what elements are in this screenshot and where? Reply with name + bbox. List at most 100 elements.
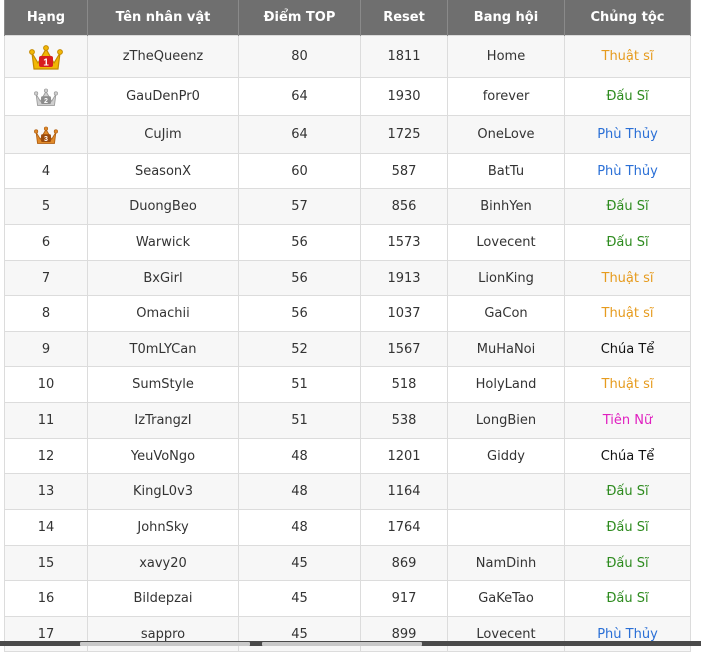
gold-crown-icon: 1: [29, 44, 63, 70]
name-value[interactable]: YeuVoNgo: [131, 449, 195, 464]
reset-value: 917: [391, 591, 417, 606]
class-label: Đấu Sĩ: [606, 484, 649, 499]
reset-cell: 1913: [360, 260, 448, 296]
guild-value: GaCon: [484, 306, 528, 321]
reset-value: 1913: [387, 270, 421, 286]
guild-value: Home: [486, 49, 526, 64]
reset-cell: 1930: [360, 77, 448, 116]
name-cell: GauDenPr0: [87, 77, 239, 116]
name-value[interactable]: DuongBeo: [129, 199, 197, 214]
header-guild[interactable]: Bang hội: [447, 0, 565, 36]
reset-cell: 899: [360, 616, 448, 652]
points-cell: 48: [238, 473, 361, 510]
points-cell: 64: [238, 115, 361, 154]
name-value[interactable]: SumStyle: [132, 377, 194, 392]
rank-value: 13: [37, 484, 55, 499]
name-value[interactable]: BxGirl: [143, 271, 182, 286]
points-cell: 56: [238, 295, 361, 332]
points-value: 57: [291, 199, 308, 214]
guild-cell: GaKeTao: [447, 580, 565, 617]
name-cell: xavy20: [87, 545, 239, 581]
class-cell: Phù Thủy: [564, 616, 691, 652]
rank-value: 15: [37, 555, 55, 571]
name-cell: SeasonX: [87, 153, 239, 189]
header-class[interactable]: Chủng tộc: [564, 0, 691, 36]
guild-value: BatTu: [487, 163, 525, 179]
guild-value: OneLove: [477, 127, 535, 142]
class-label: Tiên Nữ: [602, 413, 653, 428]
rank-cell: 4: [4, 153, 88, 189]
table-row: 17 sappro 45 899 Lovecent Phù Thủy: [4, 616, 691, 652]
table-row: 2 GauDenPr0 64 1930 forever Đấu Sĩ: [4, 77, 691, 116]
class-cell: Đấu Sĩ: [564, 77, 691, 116]
name-value[interactable]: Bildepzai: [133, 591, 192, 606]
bronze-crown-icon: 3: [34, 126, 58, 144]
name-value[interactable]: CuJim: [144, 127, 181, 142]
table-row: 15 xavy20 45 869 NamDinh Đấu Sĩ: [4, 545, 691, 581]
class-cell: Thuật sĩ: [564, 260, 691, 296]
rank-cell: 2: [4, 77, 88, 116]
reset-cell: 1725: [360, 115, 448, 154]
table-row: 16 Bildepzai 45 917 GaKeTao Đấu Sĩ: [4, 580, 691, 617]
reset-value: 869: [391, 555, 417, 571]
name-value[interactable]: sappro: [141, 627, 185, 642]
reset-value: 899: [391, 626, 417, 642]
header-rank[interactable]: Hạng: [4, 0, 88, 36]
name-value[interactable]: JohnSky: [137, 520, 188, 535]
rank-cell: 12: [4, 438, 88, 474]
points-value: 45: [291, 555, 308, 571]
name-value[interactable]: Warwick: [136, 235, 190, 250]
table-row: 3 CuJim 64 1725 OneLove Phù Thủy: [4, 115, 691, 154]
points-cell: 80: [238, 35, 361, 78]
header-name[interactable]: Tên nhân vật: [87, 0, 239, 36]
reset-cell: 538: [360, 402, 448, 439]
table-row: 5 DuongBeo 57 856 BinhYen Đấu Sĩ: [4, 188, 691, 225]
points-cell: 52: [238, 331, 361, 367]
class-cell: Đấu Sĩ: [564, 580, 691, 617]
name-cell: zTheQueenz: [87, 35, 239, 78]
name-value[interactable]: KingL0v3: [133, 484, 193, 499]
reset-cell: 518: [360, 366, 448, 403]
class-cell: Đấu Sĩ: [564, 545, 691, 581]
name-cell: SumStyle: [87, 366, 239, 403]
points-value: 64: [291, 127, 308, 142]
table-row: 12 YeuVoNgo 48 1201 Giddy Chúa Tể: [4, 438, 691, 474]
scrollbar-thumb[interactable]: [80, 642, 250, 646]
name-value[interactable]: zTheQueenz: [123, 49, 204, 64]
reset-value: 1037: [387, 306, 421, 321]
points-cell: 57: [238, 188, 361, 225]
guild-cell: forever: [447, 77, 565, 116]
header-points[interactable]: Điểm TOP: [238, 0, 361, 36]
points-value: 48: [291, 448, 308, 464]
points-cell: 45: [238, 580, 361, 617]
reset-value: 538: [391, 413, 417, 428]
name-cell: KingL0v3: [87, 473, 239, 510]
medal-rank-number: 1: [43, 57, 49, 68]
guild-cell: LongBien: [447, 402, 565, 439]
reset-cell: 856: [360, 188, 448, 225]
guild-value: forever: [482, 89, 530, 104]
guild-value: HolyLand: [475, 377, 537, 392]
guild-cell: [447, 473, 565, 510]
points-cell: 56: [238, 224, 361, 261]
name-value[interactable]: xavy20: [139, 556, 187, 571]
rank-value: 12: [37, 448, 55, 464]
rank-value: 17: [37, 626, 55, 642]
horizontal-scrollbar[interactable]: [0, 641, 701, 646]
header-reset[interactable]: Reset: [360, 0, 448, 36]
points-cell: 56: [238, 260, 361, 296]
guild-cell: LionKing: [447, 260, 565, 296]
points-value: 51: [291, 413, 308, 428]
table-row: 13 KingL0v3 48 1164 Đấu Sĩ: [4, 473, 691, 510]
points-cell: 51: [238, 402, 361, 439]
name-value[interactable]: T0mLYCan: [130, 342, 197, 357]
class-label: Đấu Sĩ: [606, 199, 649, 214]
name-value[interactable]: Omachii: [136, 306, 189, 321]
name-value[interactable]: GauDenPr0: [126, 89, 200, 104]
reset-cell: 917: [360, 580, 448, 617]
name-value[interactable]: SeasonX: [135, 164, 191, 179]
table-header-row: Hạng Tên nhân vật Điểm TOP Reset Bang hộ…: [4, 0, 691, 36]
points-value: 51: [291, 377, 308, 392]
name-value[interactable]: IzTrangzI: [134, 413, 191, 428]
rank-value: 8: [41, 306, 51, 321]
